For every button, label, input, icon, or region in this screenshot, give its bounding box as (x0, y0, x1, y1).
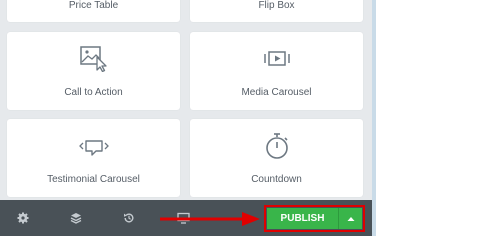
publish-button[interactable]: PUBLISH (267, 208, 338, 229)
countdown-icon (264, 132, 290, 165)
caret-up-icon (347, 216, 354, 221)
history-icon[interactable] (118, 207, 140, 229)
widget-media-carousel[interactable]: Media Carousel (190, 32, 363, 110)
widget-call-to-action[interactable]: Call to Action (7, 32, 180, 110)
widget-price-table[interactable]: Price Table (7, 0, 180, 22)
publish-options-button[interactable] (339, 208, 362, 229)
widget-countdown[interactable]: Countdown (190, 119, 363, 197)
widget-label: Price Table (68, 0, 119, 11)
call-to-action-icon (79, 46, 108, 77)
widget-testimonial-carousel[interactable]: Testimonial Carousel (7, 119, 180, 197)
widget-label: Testimonial Carousel (47, 174, 140, 185)
widget-label: Flip Box (258, 0, 295, 11)
widget-label: Media Carousel (241, 87, 312, 98)
red-arrow-annotation (160, 212, 260, 226)
widget-label: Call to Action (64, 87, 123, 98)
widget-flip-box[interactable]: Flip Box (190, 0, 363, 22)
layers-icon[interactable] (65, 207, 87, 229)
widget-label: Countdown (251, 174, 302, 185)
elements-panel: Price Table Flip Box Call to Action Medi… (0, 0, 372, 200)
testimonial-carousel-icon (78, 139, 109, 162)
settings-icon[interactable] (12, 207, 34, 229)
panel-resize-border[interactable] (372, 0, 376, 236)
media-carousel-icon (263, 50, 291, 73)
publish-label: PUBLISH (280, 213, 325, 224)
